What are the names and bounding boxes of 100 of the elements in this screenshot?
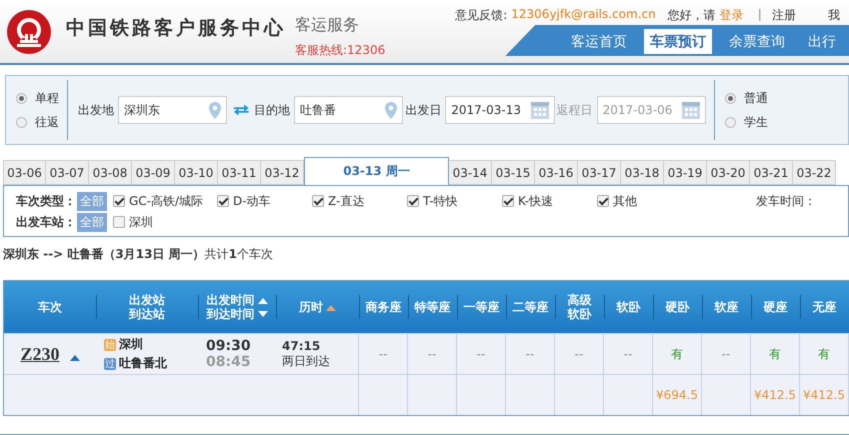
swap-icon: [233, 102, 250, 118]
date-tab[interactable]: 03-07: [46, 160, 89, 185]
checkbox[interactable]: [597, 195, 609, 207]
filter-label: 出发车站：: [16, 214, 76, 230]
start-badge: 始: [104, 338, 116, 350]
calendar-icon: [680, 100, 701, 120]
checkbox[interactable]: [407, 195, 419, 207]
arrival-station: 吐鲁番北: [119, 355, 167, 372]
checkbox-label: T-特快: [423, 192, 458, 210]
column-header: 二等座: [512, 300, 548, 314]
calendar-icon: [530, 100, 550, 120]
pass-badge: 过: [104, 358, 116, 370]
date-tab[interactable]: 03-19: [664, 160, 707, 185]
checkbox-label: K-快速: [518, 192, 553, 210]
date-tab[interactable]: 03-20: [707, 160, 750, 185]
date-tab[interactable]: 03-22: [793, 160, 836, 185]
departure-station: 深圳: [119, 336, 143, 353]
field-label: 返程日: [556, 102, 593, 118]
input-field[interactable]: 吐鲁番: [294, 96, 404, 124]
date-tab[interactable]: 03-14: [449, 160, 492, 185]
column-header: 商务座: [366, 300, 402, 314]
seat-availability: --: [428, 347, 436, 361]
checkbox-label: Z-直达: [328, 192, 364, 210]
date-tab[interactable]: 03-10: [175, 160, 218, 185]
nav-tab[interactable]: 出行: [802, 29, 842, 54]
date-tab[interactable]: 03-13 周一: [304, 157, 449, 185]
input-field[interactable]: 深圳东: [118, 96, 228, 124]
arrival-time: 08:45: [206, 354, 251, 370]
seat-price: ¥694.5: [656, 388, 698, 402]
greeting-text: 您好，请: [668, 7, 716, 24]
seat-availability: 有: [769, 346, 781, 362]
seat-availability: --: [526, 347, 534, 361]
seat-availability: --: [476, 347, 486, 361]
date-tab[interactable]: 03-21: [750, 160, 793, 185]
filter-label: 发车时间：: [756, 192, 816, 210]
checkbox[interactable]: [312, 195, 324, 207]
register-link[interactable]: 注册: [772, 7, 796, 25]
nav-tab[interactable]: 客运首页: [565, 29, 634, 54]
nav-tab[interactable]: 车票预订: [644, 29, 712, 54]
seat-availability: --: [574, 347, 584, 361]
column-header: 无座: [812, 300, 836, 314]
radio-button[interactable]: [725, 92, 736, 104]
radio-button[interactable]: [725, 116, 736, 128]
date-tab[interactable]: 03-15: [492, 160, 535, 185]
checkbox[interactable]: [217, 195, 229, 207]
column-header: 一等座: [464, 300, 500, 314]
seat-price: ¥412.5: [803, 388, 845, 402]
seat-availability: --: [624, 347, 632, 361]
radio-label: 单程: [35, 90, 59, 106]
checkbox[interactable]: [113, 195, 125, 207]
field-label: 目的地: [254, 102, 290, 118]
field-label: 出发日: [405, 102, 442, 118]
radio-label: 普通: [744, 90, 768, 106]
checkbox[interactable]: [113, 216, 125, 228]
separator: |: [758, 7, 762, 23]
site-subtitle: 客运服务: [295, 15, 360, 36]
seat-availability: --: [378, 347, 388, 361]
hotline-text: 客服热线:12306: [295, 42, 386, 59]
logo-icon: [6, 9, 52, 55]
map-pin-icon: [208, 100, 222, 120]
field-label: 出发地: [78, 102, 114, 118]
my-account-link[interactable]: 我: [828, 7, 840, 25]
nav-tab[interactable]: 余票查询: [723, 29, 792, 54]
checkbox[interactable]: [502, 195, 514, 207]
column-header: 硬卧: [666, 300, 690, 314]
site-title: 中国铁路客户服务中心: [66, 16, 286, 41]
column-header: 高级 软卧: [568, 293, 592, 321]
map-pin-icon: [384, 100, 398, 120]
radio-label: 学生: [744, 114, 768, 130]
date-tab[interactable]: 03-16: [535, 160, 578, 185]
column-header: 软座: [714, 300, 738, 314]
checkbox-label: D-动车: [233, 192, 271, 210]
date-tab[interactable]: 03-08: [89, 160, 132, 185]
radio-label: 往返: [35, 114, 59, 130]
seat-availability: 有: [818, 346, 830, 362]
column-header: 车次: [38, 300, 62, 314]
column-header[interactable]: 历时: [299, 300, 336, 314]
checkbox-label: GC-高铁/城际: [129, 192, 204, 210]
date-tab[interactable]: 03-11: [218, 160, 261, 185]
date-tab[interactable]: 03-18: [621, 160, 664, 185]
column-header: 软卧: [616, 300, 640, 314]
feedback-label: 意见反馈:: [455, 7, 508, 24]
duration: 47:15: [282, 338, 320, 352]
date-tab[interactable]: 03-12: [261, 160, 304, 185]
radio-button[interactable]: [16, 92, 27, 104]
checkbox-label: 深圳: [129, 214, 153, 230]
column-header: 特等座: [414, 300, 450, 314]
train-number-link[interactable]: Z230: [20, 344, 60, 364]
date-tab[interactable]: 03-06: [3, 160, 46, 185]
date-tab[interactable]: 03-17: [578, 160, 621, 185]
departure-time: 09:30: [206, 338, 251, 354]
date-tab[interactable]: 03-09: [132, 160, 175, 185]
seat-availability: --: [722, 347, 730, 361]
input-field[interactable]: 2017-03-13: [445, 96, 555, 124]
seat-price: ¥412.5: [754, 388, 796, 402]
column-header: 出发站 到达站: [129, 293, 165, 321]
radio-button[interactable]: [16, 116, 27, 128]
result-summary: 深圳东 --> 吐鲁番（3月13日 周一）共计1个车次: [3, 246, 274, 263]
seat-availability: 有: [671, 346, 683, 362]
column-header: 硬座: [764, 300, 788, 314]
